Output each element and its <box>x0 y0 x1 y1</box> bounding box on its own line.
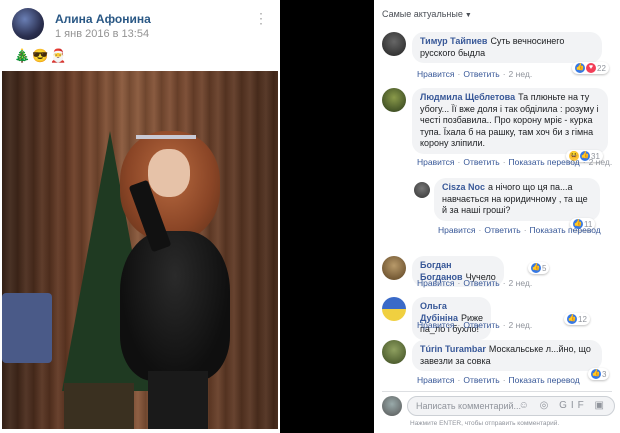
comment-bubble: Cisza Noc а нічого що ця па...а навчаєтьс… <box>434 178 600 221</box>
reaction-count[interactable]: 👍 ♥ 22 <box>572 62 609 74</box>
like-link[interactable]: Нравится <box>417 278 455 288</box>
comment-actions: Нравится · Ответить · Показать перевод · 2 нед… <box>417 157 613 167</box>
photo-table <box>64 383 134 429</box>
reaction-count[interactable]: 👍 12 <box>564 313 590 325</box>
commenter-name[interactable]: Тимур Тайпиев <box>420 36 487 46</box>
photo-dress <box>120 231 230 381</box>
post-photo[interactable] <box>2 71 278 429</box>
commenter-name[interactable]: Людмила Щеблетова <box>420 92 515 102</box>
reply-link[interactable]: Ответить <box>463 157 499 167</box>
post-panel: Алина Афонина 1 янв 2016 в 13:54 ⋮ 🎄😎🎅 <box>0 0 280 433</box>
comment-actions: Нравится · Ответить · Показать перевод <box>438 225 601 235</box>
comment-bubble: Túrin Turambar Москальське л...йно, що за… <box>412 340 602 371</box>
comment-time[interactable]: 2 нед. <box>509 320 533 330</box>
like-link[interactable]: Нравится <box>417 320 455 330</box>
photo-legs <box>148 371 208 429</box>
comment-time[interactable]: 2 нед. <box>509 69 533 79</box>
comment-actions: Нравится · Ответить · 2 нед. <box>417 69 533 79</box>
like-reaction-icon: 👍 <box>567 314 577 324</box>
comments-panel: Самые актуальные ▼ Тимур Тайпиев Суть вечн… <box>374 0 620 433</box>
reply-link[interactable]: Ответить <box>463 69 499 79</box>
comment-actions: Нравится · Ответить · 2 нед. <box>417 320 533 330</box>
sort-dropdown[interactable]: Самые актуальные ▼ <box>382 9 472 19</box>
author-avatar[interactable] <box>12 8 44 40</box>
like-reaction-icon: 👍 <box>591 369 601 379</box>
like-link[interactable]: Нравится <box>417 69 455 79</box>
comments-divider <box>382 391 612 392</box>
reply-link[interactable]: Ответить <box>463 278 499 288</box>
reaction-number: 3 <box>602 369 607 379</box>
commenter-avatar[interactable] <box>382 32 406 56</box>
enter-hint: Нажмите ENTER, чтобы отправить комментар… <box>410 420 560 427</box>
like-link[interactable]: Нравится <box>417 375 455 385</box>
commenter-avatar[interactable] <box>382 256 406 280</box>
author-name[interactable]: Алина Афонина <box>55 12 151 26</box>
reaction-number: 5 <box>542 263 547 273</box>
comment-time[interactable]: 2 нед. <box>509 278 533 288</box>
comment-input-placeholder: Написать комментарий... <box>416 401 522 411</box>
translate-link[interactable]: Показать перевод <box>530 225 601 235</box>
comment-actions: Нравится · Ответить · 2 нед. <box>417 278 533 288</box>
reaction-count[interactable]: 👍 3 <box>588 368 610 380</box>
reaction-number: 12 <box>578 314 587 324</box>
love-reaction-icon: ♥ <box>586 63 596 73</box>
like-reaction-icon: 👍 <box>575 63 585 73</box>
comment-input[interactable]: Написать комментарий... ☺ ◎ GIF ▣ <box>407 396 615 416</box>
commenter-name[interactable]: Túrin Turambar <box>420 344 486 354</box>
post-date[interactable]: 1 янв 2016 в 13:54 <box>55 28 149 40</box>
comment-bubble: Ольга Дубініна Риже па_ло і бухло! <box>412 297 492 340</box>
more-options-icon[interactable]: ⋮ <box>254 10 268 27</box>
reaction-count[interactable]: 👍 5 <box>528 262 550 274</box>
reply-link[interactable]: Ответить <box>463 375 499 385</box>
reply-link[interactable]: Ответить <box>484 225 520 235</box>
reaction-number: 22 <box>597 63 606 73</box>
comment-bubble: Людмила Щеблетова Та плюньте на ту убогу.… <box>412 88 608 154</box>
commenter-avatar[interactable] <box>382 88 406 112</box>
comment-time[interactable]: 2 нед. <box>589 157 613 167</box>
sort-label: Самые актуальные <box>382 9 463 19</box>
photo-tiara <box>136 115 196 139</box>
like-link[interactable]: Нравится <box>417 157 455 167</box>
like-link[interactable]: Нравится <box>438 225 476 235</box>
reply-link[interactable]: Ответить <box>463 320 499 330</box>
commenter-avatar[interactable] <box>382 297 406 321</box>
comment-bubble: Тимур Тайпиев Суть вечносинего русского б… <box>412 32 602 63</box>
commenter-avatar[interactable] <box>414 182 430 198</box>
comment-attach-icons[interactable]: ☺ ◎ GIF ▣ <box>519 400 608 411</box>
commenter-avatar[interactable] <box>382 340 406 364</box>
photo-face <box>148 149 190 197</box>
screenshot-frame: Алина Афонина 1 янв 2016 в 13:54 ⋮ 🎄😎🎅 С… <box>0 0 620 433</box>
current-user-avatar <box>382 396 402 416</box>
chevron-down-icon: ▼ <box>464 12 472 19</box>
comment-actions: Нравится · Ответить · Показать перевод <box>417 375 580 385</box>
post-header: Алина Афонина 1 янв 2016 в 13:54 ⋮ <box>8 6 272 40</box>
translate-link[interactable]: Показать перевод <box>509 157 580 167</box>
photo-sofa <box>2 293 52 363</box>
post-emojis: 🎄😎🎅 <box>14 48 69 63</box>
like-reaction-icon: 👍 <box>531 263 541 273</box>
translate-link[interactable]: Показать перевод <box>509 375 580 385</box>
commenter-name[interactable]: Cisza Noc <box>442 182 485 192</box>
